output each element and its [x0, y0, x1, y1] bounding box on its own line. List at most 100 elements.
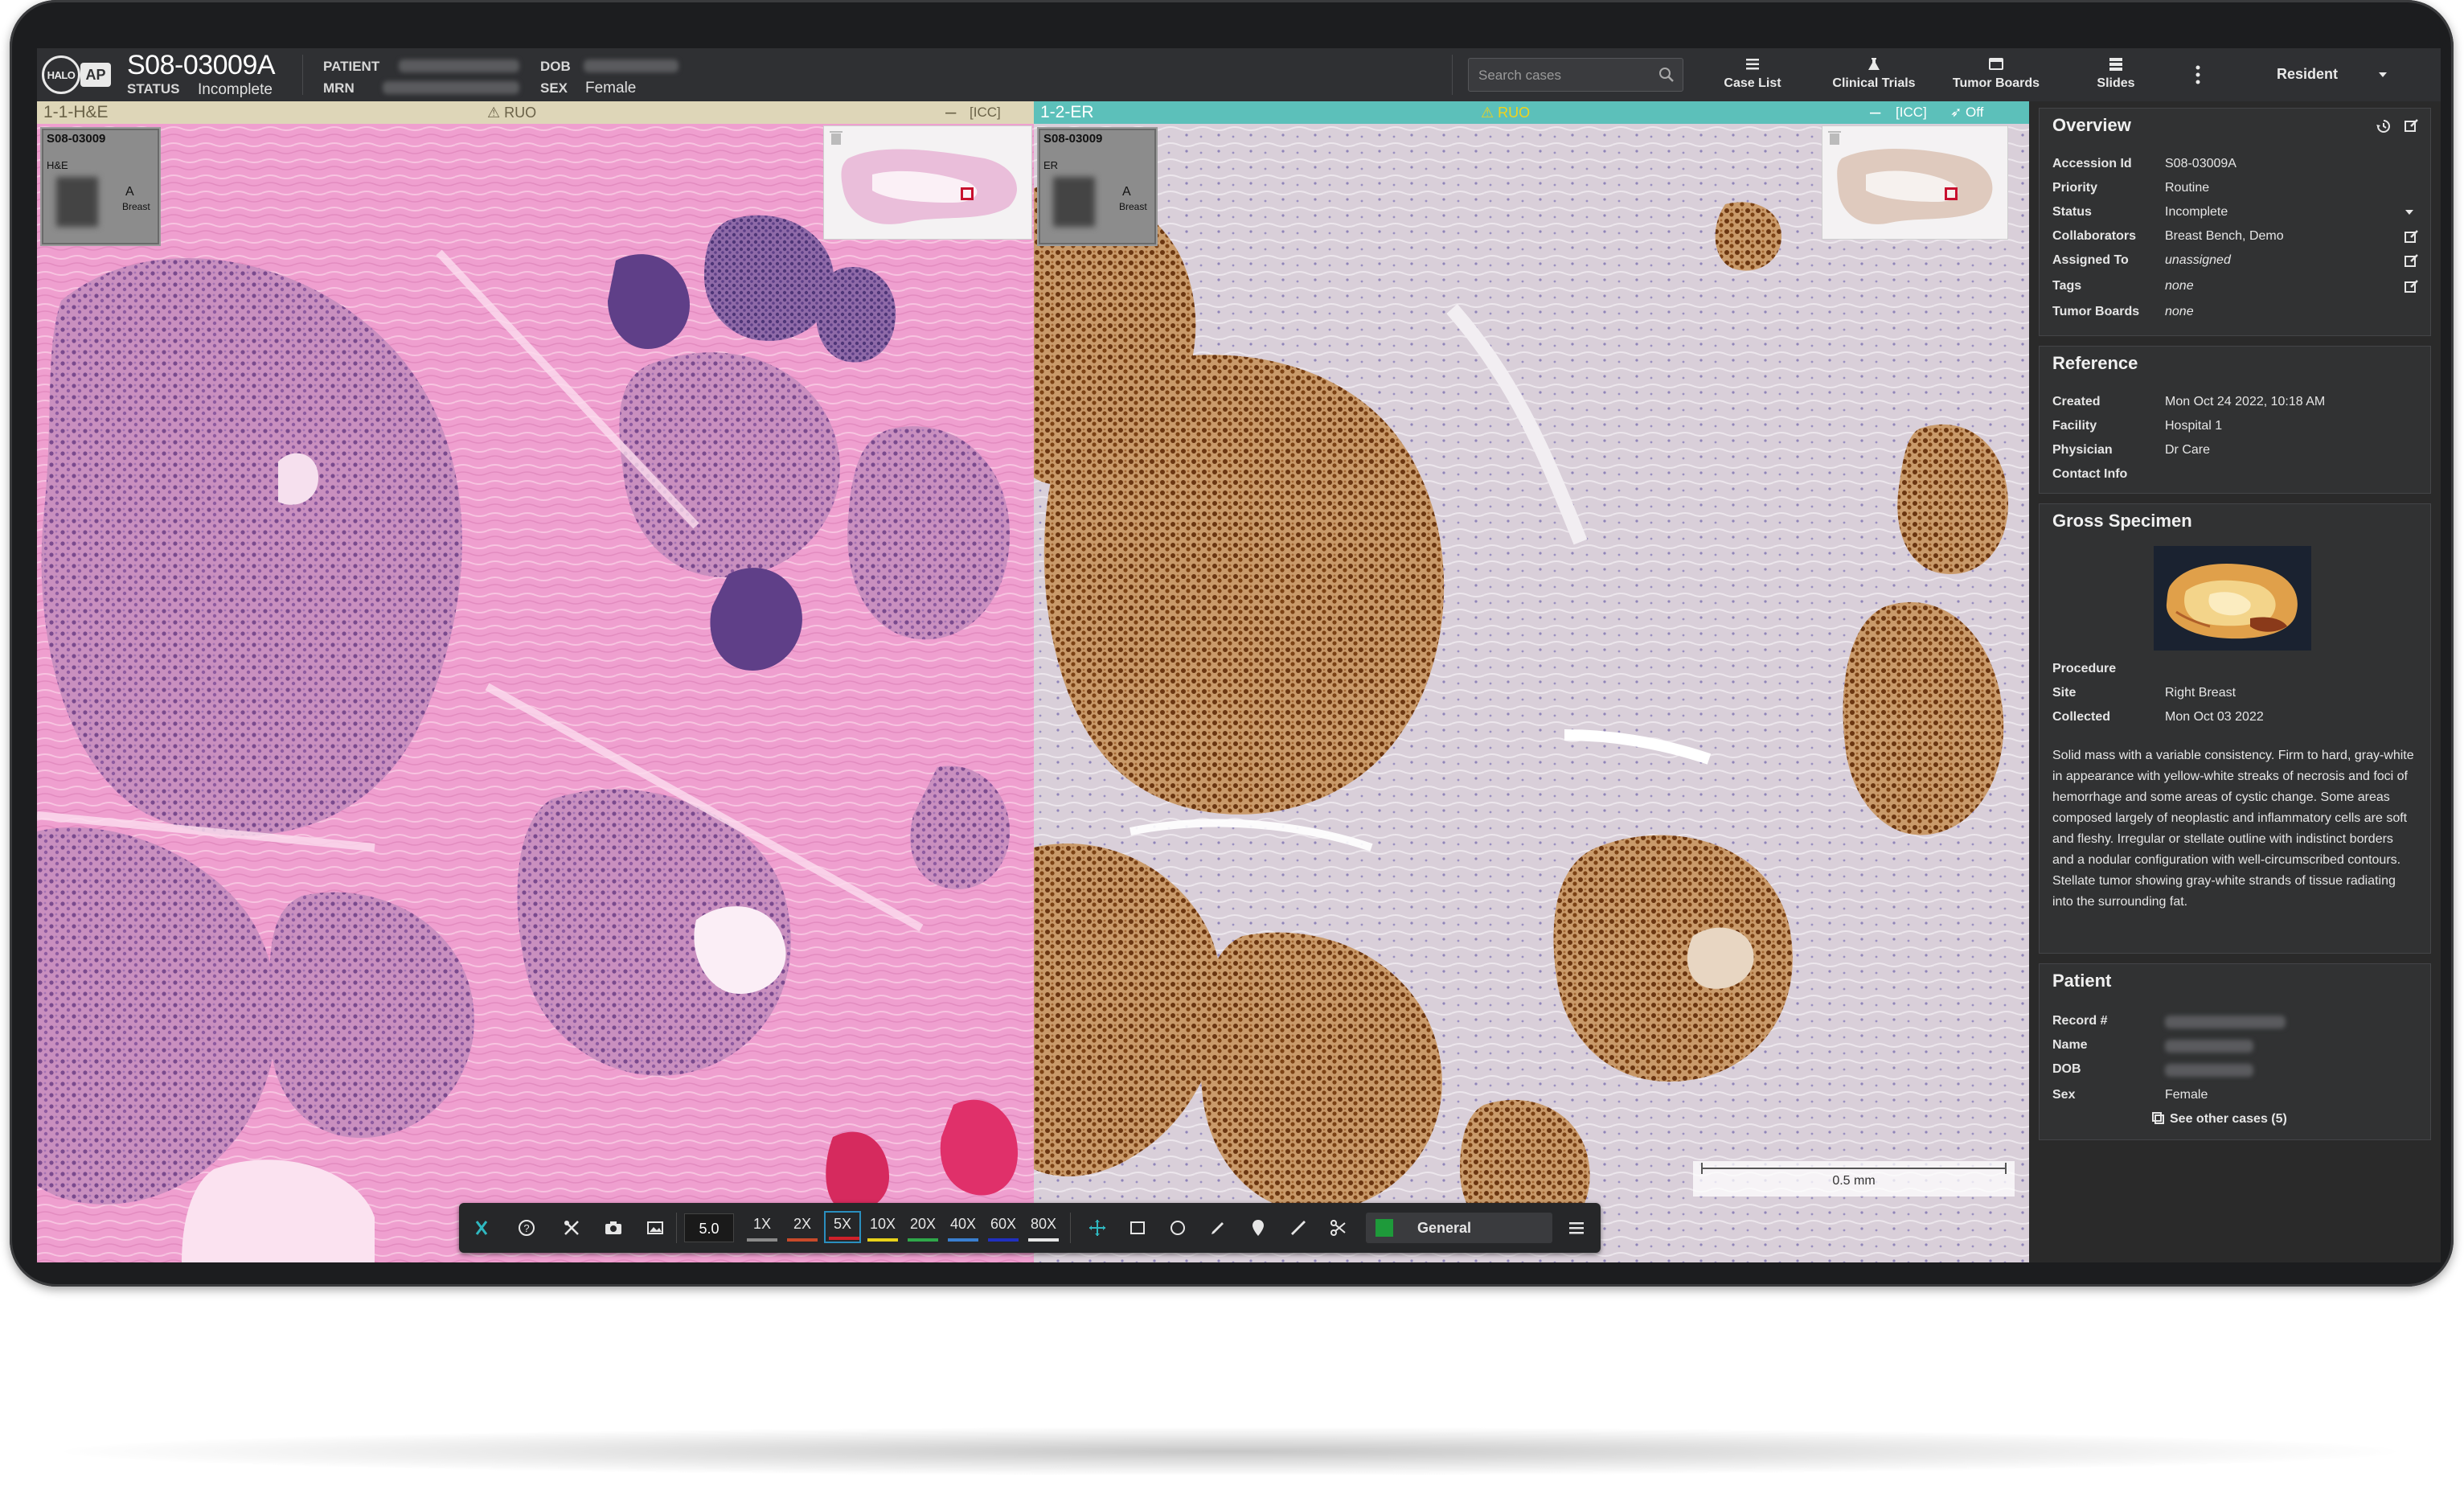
user-menu[interactable]: Resident: [2277, 66, 2387, 83]
sync-icon[interactable]: [472, 1218, 491, 1238]
list-icon: [1746, 59, 1759, 70]
card-title: Gross Specimen: [2052, 511, 2192, 531]
sex-label: SEX: [540, 80, 568, 96]
nav-slides[interactable]: Slides: [2084, 53, 2148, 96]
magnification-20x[interactable]: 20X: [904, 1211, 941, 1243]
pan-icon[interactable]: [1088, 1218, 1107, 1238]
pin-tool-icon[interactable]: [1248, 1218, 1268, 1238]
row-key: Accession Id: [2052, 157, 2132, 170]
patient-card: Patient Record # Name DOB Sex Female See …: [2039, 963, 2431, 1140]
row-key: Sex: [2052, 1088, 2076, 1102]
search-input[interactable]: [1477, 65, 1657, 86]
status-dropdown-icon[interactable]: [2405, 208, 2414, 216]
edit-icon[interactable]: [2405, 118, 2419, 133]
magnification-1x[interactable]: 1X: [744, 1211, 781, 1243]
row-key: Site: [2052, 686, 2077, 700]
slide-label-thumbnail[interactable]: S08-03009 ER A Breast: [1037, 127, 1158, 246]
mag-label: 20X: [909, 1216, 937, 1232]
see-other-cases-link[interactable]: See other cases (5): [2152, 1112, 2287, 1127]
viewer-title: 1-2-ER: [1040, 103, 1094, 121]
thumb-stain: ER: [1043, 159, 1059, 171]
board-icon: [1989, 58, 2003, 70]
magnification-80x[interactable]: 80X: [1025, 1211, 1062, 1243]
row-value: unassigned: [2165, 253, 2231, 267]
ruo-text: RUO: [504, 105, 537, 121]
scale-bar-tick: [2005, 1163, 2007, 1174]
row-key: Priority: [2052, 181, 2098, 195]
layer-name: General: [1417, 1220, 1472, 1236]
viewer-title: 1-1-H&E: [43, 103, 109, 121]
barcode-redacted: [56, 177, 98, 227]
header-divider: [1452, 55, 1453, 95]
tools-icon[interactable]: [562, 1218, 581, 1238]
ruler-tool-icon[interactable]: [1289, 1218, 1308, 1238]
magnification-40x[interactable]: 40X: [945, 1211, 982, 1243]
slide-overview-minimap[interactable]: [1822, 125, 2008, 240]
record-number-redacted: [2165, 1016, 2286, 1028]
minimize-icon[interactable]: –: [945, 101, 956, 124]
header-divider: [302, 55, 303, 95]
magnification-2x[interactable]: 2X: [784, 1211, 821, 1243]
row-key: Contact Info: [2052, 467, 2128, 481]
slide-label-thumbnail[interactable]: S08-03009 H&E A Breast: [40, 127, 161, 246]
rectangle-tool-icon[interactable]: [1128, 1218, 1147, 1238]
row-value: Hospital 1: [2165, 419, 2223, 433]
magnification-5x[interactable]: 5X: [824, 1211, 861, 1243]
icc-toggle[interactable]: [ICC]: [970, 101, 1001, 124]
image-icon[interactable]: [646, 1218, 665, 1238]
case-id: S08-03009A: [127, 50, 276, 80]
zoom-level-input[interactable]: 5.0: [684, 1213, 734, 1242]
viewer-title-bar: 1-1-H&E ⚠ RUO – [ICC]: [37, 101, 1034, 124]
slide-overview-minimap[interactable]: [823, 125, 1032, 240]
annotation-visibility-toggle[interactable]: ➶ Off: [1950, 101, 1983, 124]
mrn-redacted: [383, 81, 519, 94]
nav-tumor-boards[interactable]: Tumor Boards: [1944, 53, 2048, 96]
mag-color-bar: [787, 1238, 818, 1242]
trash-icon[interactable]: [1827, 129, 1842, 146]
viewport-indicator[interactable]: [1945, 187, 1958, 200]
search-icon[interactable]: [1658, 67, 1675, 83]
see-other-cases-label: See other cases (5): [2170, 1112, 2287, 1126]
row-value: Female: [2165, 1088, 2208, 1102]
slide-viewer-he[interactable]: 1-1-H&E ⚠ RUO – [ICC] S08-03009 H&E A Br…: [37, 101, 1034, 1262]
icc-toggle[interactable]: [ICC]: [1896, 101, 1927, 124]
he-tissue-image[interactable]: [37, 124, 1034, 1262]
camera-icon[interactable]: [604, 1218, 623, 1238]
mag-label: 1X: [752, 1216, 772, 1232]
mag-label: 2X: [793, 1216, 812, 1232]
minimap-tissue: [841, 149, 1017, 224]
row-key: Created: [2052, 395, 2101, 408]
halo-ap-logo[interactable]: HALO AP: [42, 55, 114, 94]
search-box[interactable]: [1468, 58, 1683, 92]
case-details-panel: Overview Accession Id S08-03009A Priority…: [2029, 101, 2441, 1262]
history-icon[interactable]: [2376, 118, 2392, 134]
slide-viewer-er[interactable]: 1-2-ER ⚠ RUO – [ICC] ➶ Off S08-03009 ER …: [1034, 101, 2029, 1262]
mag-label: 80X: [1030, 1216, 1057, 1232]
scale-bar: 0.5 mm: [1693, 1161, 2015, 1197]
ellipse-tool-icon[interactable]: [1168, 1218, 1187, 1238]
flask-icon: [1868, 58, 1880, 70]
magnification-60x[interactable]: 60X: [985, 1211, 1022, 1243]
viewport-indicator[interactable]: [961, 187, 974, 200]
more-vertical-icon[interactable]: [2191, 64, 2204, 85]
minimize-icon[interactable]: –: [1870, 101, 1880, 124]
magnification-10x[interactable]: 10X: [864, 1211, 901, 1243]
trash-icon[interactable]: [829, 129, 843, 146]
help-icon[interactable]: ?: [517, 1218, 536, 1238]
menu-icon[interactable]: [1567, 1218, 1586, 1238]
gross-specimen-photo[interactable]: [2154, 546, 2311, 651]
nav-label: Tumor Boards: [1952, 76, 2040, 90]
gross-description: Solid mass with a variable consistency. …: [2052, 749, 2414, 909]
er-tissue-image[interactable]: [1034, 124, 2029, 1262]
annotation-layer-select[interactable]: General: [1366, 1213, 1552, 1243]
barcode-redacted: [1053, 177, 1095, 227]
edit-icon[interactable]: [2405, 253, 2419, 268]
card-title: Reference: [2052, 353, 2138, 373]
nav-clinical-trials[interactable]: Clinical Trials: [1822, 53, 1926, 96]
edit-icon[interactable]: [2405, 279, 2419, 293]
edit-icon[interactable]: [2405, 229, 2419, 244]
scissors-icon[interactable]: [1329, 1218, 1348, 1238]
mrn-label: MRN: [323, 80, 355, 96]
pen-tool-icon[interactable]: [1208, 1218, 1228, 1238]
nav-case-list[interactable]: Case List: [1712, 53, 1793, 96]
